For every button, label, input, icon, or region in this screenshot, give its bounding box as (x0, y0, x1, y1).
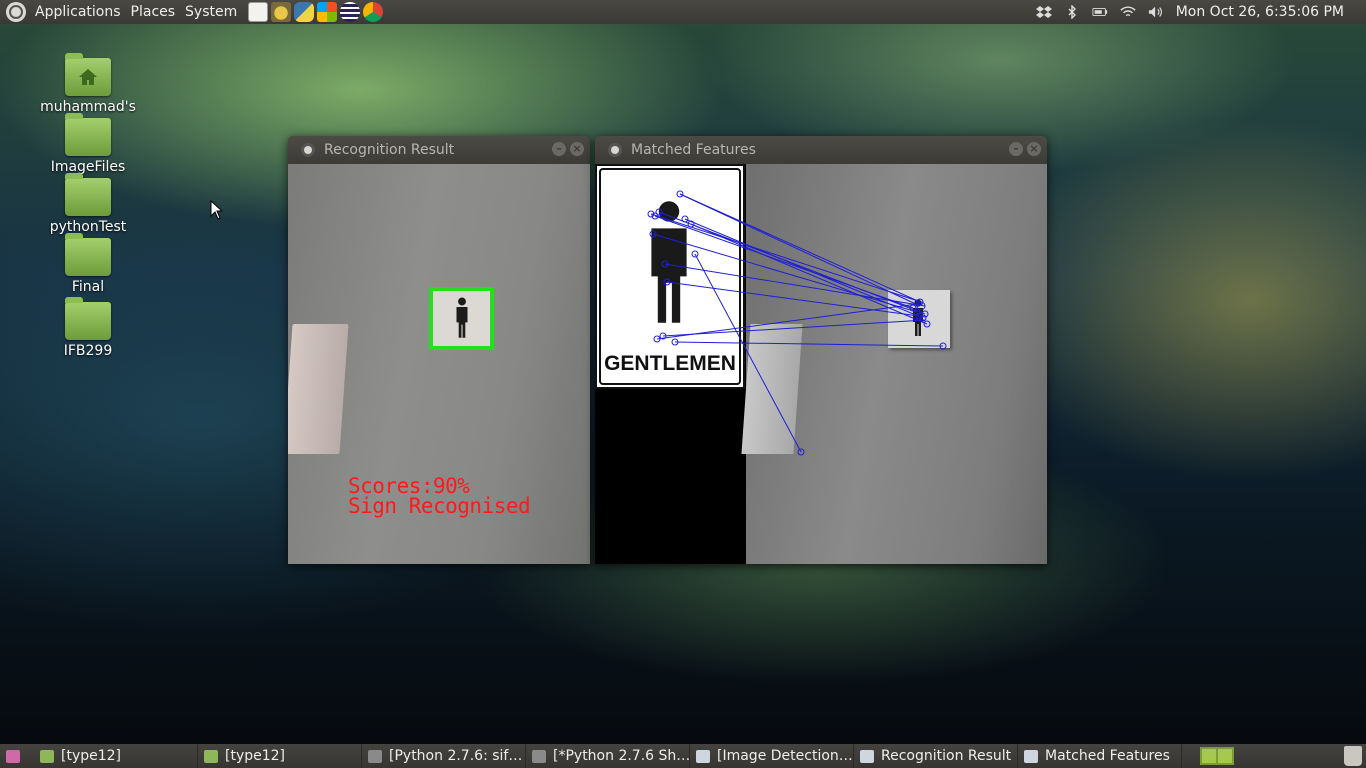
taskbar-item-label: [Python 2.7.6: sif… (389, 748, 523, 764)
taskbar-item[interactable]: Matched Features (1018, 744, 1182, 768)
taskbar-item-label: [Image Detection… (717, 748, 853, 764)
bluetooth-icon[interactable] (1064, 5, 1080, 19)
folder-icon (65, 173, 111, 216)
gentleman-sign-icon (456, 297, 468, 338)
desktop-icon-label: IFB299 (63, 343, 113, 359)
folder-icon (65, 113, 111, 156)
feature-match-lines (647, 190, 947, 456)
chrome-icon[interactable] (363, 2, 384, 22)
folder-icon (65, 233, 111, 276)
detection-box (429, 287, 494, 350)
mouse-cursor-icon (210, 200, 222, 220)
score-text: Scores:90% (348, 474, 470, 498)
desktop-icon-label: pythonTest (49, 219, 127, 235)
taskbar-item[interactable]: [*Python 2.7.6 Sh… (526, 744, 690, 768)
trash-icon[interactable] (1344, 746, 1362, 766)
taskbar-item-label: [*Python 2.7.6 Sh… (553, 748, 690, 764)
python-shell-icon (532, 749, 546, 763)
places-menu[interactable]: Places (126, 0, 181, 24)
window-menu-icon[interactable] (611, 146, 619, 154)
window-icon (1024, 749, 1038, 763)
door-plate (288, 324, 349, 454)
applications-menu[interactable]: Applications (30, 0, 126, 24)
windows-icon[interactable] (317, 2, 338, 22)
taskbar-item-label: [type12] (225, 748, 286, 764)
window-title: Matched Features (631, 142, 756, 158)
bottom-panel: [type12] [type12] [Python 2.7.6: sif… [*… (0, 744, 1366, 768)
taskbar-item[interactable]: [type12] (198, 744, 362, 768)
text-editor-icon[interactable] (248, 2, 269, 22)
python-shell-icon (368, 749, 382, 763)
minimize-button[interactable]: – (1009, 142, 1023, 156)
top-panel: Applications Places System Mon Oct 26, 6… (0, 0, 1366, 24)
desktop-icon-pythontest[interactable]: pythonTest (18, 173, 158, 235)
system-menu[interactable]: System (180, 0, 242, 24)
taskbar-item[interactable]: [Python 2.7.6: sif… (362, 744, 526, 768)
window-menu-icon[interactable] (304, 146, 312, 154)
home-folder-icon (65, 53, 111, 96)
desktop-icon-label: Final (71, 279, 105, 295)
window-title: Recognition Result (324, 142, 455, 158)
taskbar-item[interactable]: Recognition Result (854, 744, 1018, 768)
window-icon (696, 749, 710, 763)
window-icon (860, 749, 874, 763)
workspace-switcher[interactable] (1200, 747, 1234, 765)
taskbar-item-label: Matched Features (1045, 748, 1170, 764)
taskbar-item[interactable]: [type12] (34, 744, 198, 768)
matched-image: GENTLEMEN (595, 164, 1047, 564)
minimize-button[interactable]: – (552, 142, 566, 156)
matched-features-window[interactable]: Matched Features – × GENTLEMEN (595, 136, 1047, 564)
taskbar-item[interactable]: [Image Detection… (690, 744, 854, 768)
ubuntu-logo-icon[interactable] (6, 2, 26, 22)
titlebar[interactable]: Matched Features – × (595, 136, 1047, 164)
folder-icon (40, 749, 54, 763)
status-text: Sign Recognised (348, 494, 531, 518)
recognition-image: Scores:90% Sign Recognised (288, 164, 590, 564)
desktop-icon-label: ImageFiles (50, 159, 126, 175)
taskbar-item-label: Recognition Result (881, 748, 1012, 764)
taskbar-item-label: [type12] (61, 748, 122, 764)
close-button[interactable]: × (570, 142, 584, 156)
volume-icon[interactable] (1148, 5, 1164, 19)
score-overlay: Scores:90% Sign Recognised (348, 474, 531, 518)
system-tray: Mon Oct 26, 6:35:06 PM (1035, 0, 1366, 24)
wifi-icon[interactable] (1120, 5, 1136, 19)
gimp-icon[interactable] (271, 2, 292, 22)
launcher-bar (248, 2, 384, 22)
clock[interactable]: Mon Oct 26, 6:35:06 PM (1176, 4, 1344, 20)
python-icon[interactable] (294, 2, 315, 22)
folder-icon (65, 297, 111, 340)
folder-icon (204, 749, 218, 763)
close-button[interactable]: × (1027, 142, 1041, 156)
house-icon (79, 69, 97, 85)
recognition-result-window[interactable]: Recognition Result – × Scores:90% Sign R… (288, 136, 590, 564)
battery-icon[interactable] (1092, 5, 1108, 19)
show-desktop-icon[interactable] (6, 749, 20, 763)
desktop-icon-final[interactable]: Final (18, 233, 158, 295)
dropbox-icon[interactable] (1035, 5, 1052, 19)
desktop-icon-imagefiles[interactable]: ImageFiles (18, 113, 158, 175)
eclipse-icon[interactable] (340, 2, 361, 22)
desktop-icon-ifb299[interactable]: IFB299 (18, 297, 158, 359)
titlebar[interactable]: Recognition Result – × (288, 136, 590, 164)
